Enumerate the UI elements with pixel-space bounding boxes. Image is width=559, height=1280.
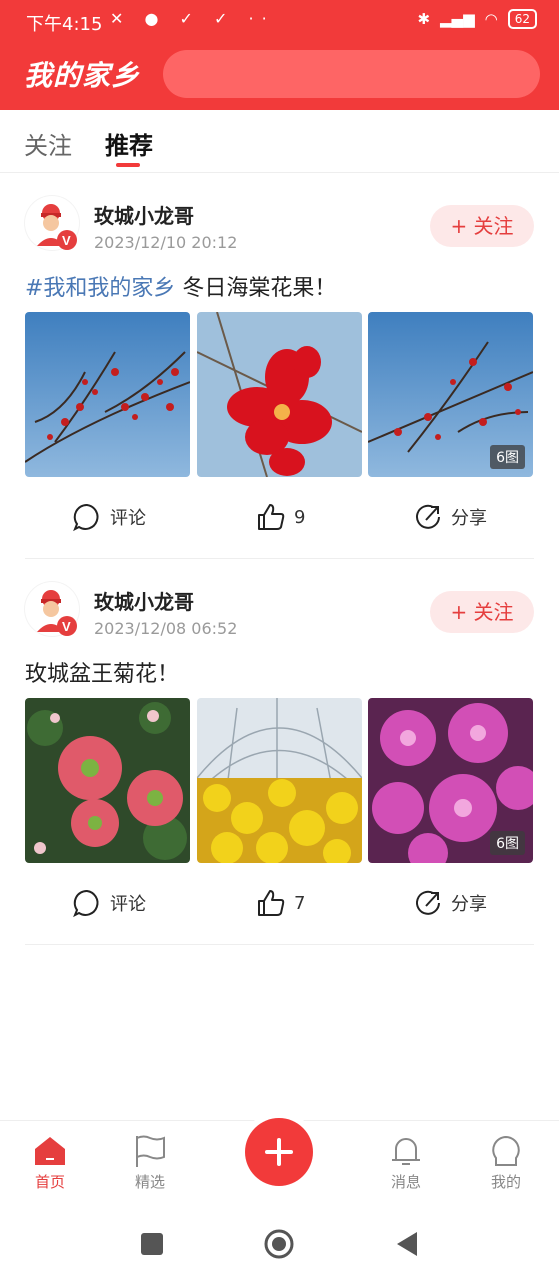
- bluetooth-icon: ✱: [417, 10, 431, 28]
- svg-text:V: V: [62, 619, 71, 634]
- comment-label: 评论: [110, 508, 146, 529]
- follow-button[interactable]: + 关注: [430, 591, 534, 633]
- status-time: 下午4:15: [26, 14, 103, 35]
- comment-button[interactable]: 评论: [72, 502, 146, 532]
- author-name[interactable]: 玫城小龙哥: [94, 200, 194, 229]
- post-image[interactable]: [25, 312, 190, 477]
- post-divider: [25, 558, 534, 559]
- comment-button[interactable]: 评论: [72, 888, 146, 918]
- thumbs-up-icon: [258, 890, 285, 916]
- like-count: 9: [294, 506, 306, 528]
- nav-messages-label: 消息: [390, 1173, 421, 1191]
- post-time: 2023/12/08 06:52: [94, 619, 238, 638]
- like-button[interactable]: 7: [256, 888, 305, 918]
- nav-home-label: 首页: [34, 1173, 65, 1191]
- post-image[interactable]: [25, 698, 190, 863]
- share-icon: [416, 890, 440, 915]
- system-nav-bar: [0, 1210, 559, 1280]
- post-divider: [25, 944, 534, 945]
- avatar[interactable]: V: [25, 196, 79, 250]
- like-button[interactable]: 9: [256, 502, 305, 532]
- svg-text:V: V: [62, 233, 71, 248]
- battery-icon: 62: [507, 9, 537, 29]
- create-post-button[interactable]: [245, 1118, 313, 1186]
- comment-icon: [73, 503, 99, 532]
- user-icon: [476, 1131, 536, 1171]
- app-header: 我的家乡: [0, 42, 559, 110]
- nav-featured-label: 精选: [134, 1173, 165, 1191]
- post-image[interactable]: 6图: [368, 312, 533, 477]
- nav-profile[interactable]: 我的: [476, 1131, 536, 1192]
- status-bar: 下午4:15 ✕ ● ✓ ✓ ·· ✱ ▂▄▆ ◠ 62: [0, 0, 559, 42]
- share-button[interactable]: 分享: [413, 888, 487, 918]
- topic-tag[interactable]: #我和我的家乡: [25, 276, 175, 301]
- post-image[interactable]: [197, 698, 362, 863]
- share-button[interactable]: 分享: [413, 502, 487, 532]
- home-icon: [20, 1131, 80, 1171]
- follow-button[interactable]: + 关注: [430, 205, 534, 247]
- feed-tabs: 关注 推荐: [0, 110, 559, 173]
- author-name[interactable]: 玫城小龙哥: [94, 586, 194, 615]
- comment-icon: [73, 889, 99, 918]
- post-text[interactable]: #我和我的家乡 冬日海棠花果！: [25, 270, 336, 302]
- like-count: 7: [294, 892, 306, 914]
- post-caption: 玫城盆王菊花！: [25, 662, 180, 687]
- search-input[interactable]: [163, 50, 540, 98]
- bell-icon: [376, 1131, 436, 1171]
- comment-label: 评论: [110, 894, 146, 915]
- nav-home[interactable]: 首页: [20, 1131, 80, 1192]
- share-icon: [416, 504, 440, 529]
- wifi-icon: ◠: [484, 10, 498, 28]
- flag-icon: [120, 1131, 180, 1171]
- nav-messages[interactable]: 消息: [376, 1131, 436, 1192]
- avatar[interactable]: V: [25, 582, 79, 636]
- post-text[interactable]: 玫城盆王菊花！: [25, 656, 179, 688]
- nav-profile-label: 我的: [490, 1173, 521, 1191]
- image-count-badge: 6图: [490, 445, 525, 469]
- home-nav-icon[interactable]: [263, 1228, 295, 1260]
- post-image[interactable]: [197, 312, 362, 477]
- recents-icon[interactable]: [140, 1232, 164, 1256]
- system-icons: ✱ ▂▄▆ ◠ 62: [417, 9, 537, 29]
- post-caption: 冬日海棠花果！: [175, 276, 337, 301]
- signal-icon: ▂▄▆: [440, 10, 475, 28]
- share-label: 分享: [451, 894, 487, 915]
- image-count-badge: 6图: [490, 831, 525, 855]
- post-image[interactable]: 6图: [368, 698, 533, 863]
- tab-following[interactable]: 关注: [24, 126, 72, 161]
- back-icon[interactable]: [395, 1230, 419, 1258]
- share-label: 分享: [451, 508, 487, 529]
- notification-icons: ✕ ● ✓ ✓ ··: [110, 9, 275, 28]
- nav-featured[interactable]: 精选: [120, 1131, 180, 1192]
- tab-recommended[interactable]: 推荐: [105, 126, 153, 161]
- app-title: 我的家乡: [24, 59, 141, 92]
- thumbs-up-icon: [258, 504, 285, 530]
- tab-active-indicator: [116, 163, 140, 167]
- post-time: 2023/12/10 20:12: [94, 233, 238, 252]
